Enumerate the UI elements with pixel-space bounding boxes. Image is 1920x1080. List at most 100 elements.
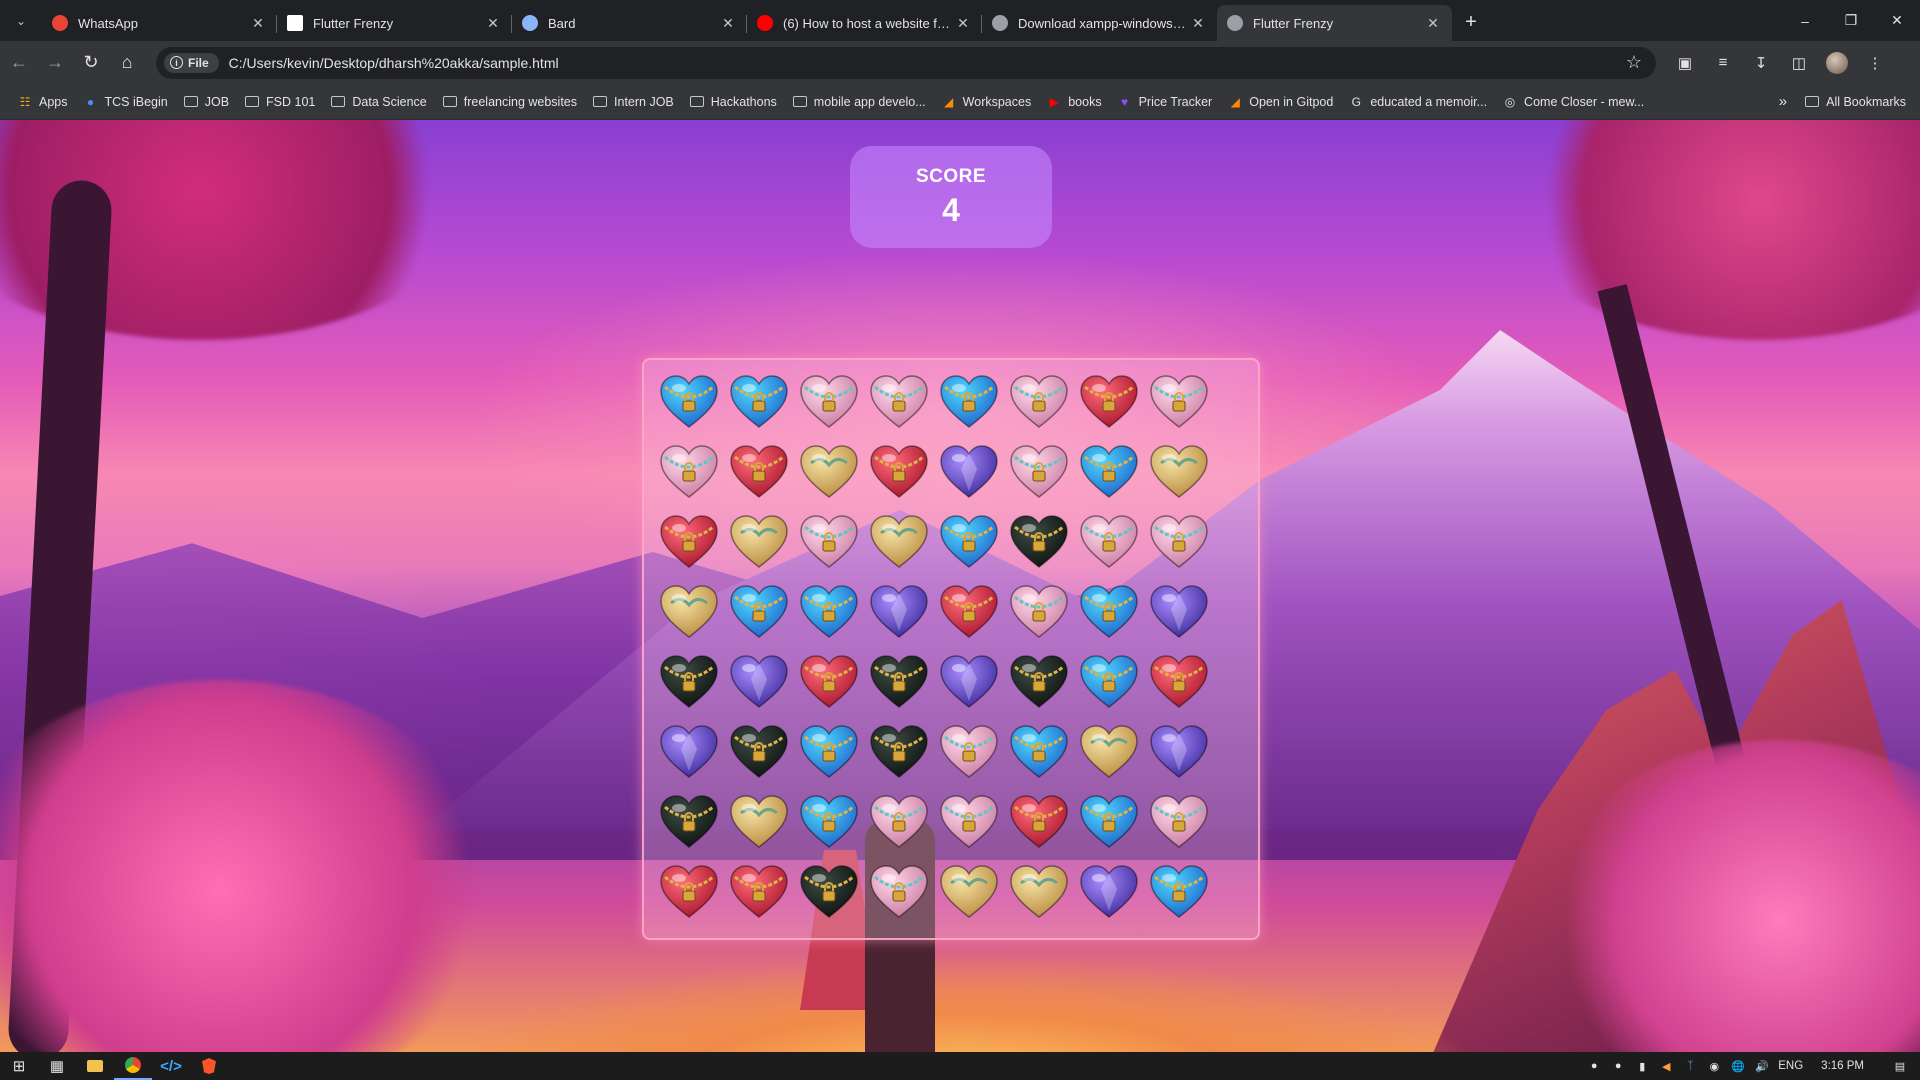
bookmark-item[interactable]: JOB — [176, 88, 237, 116]
black-heart-gold-chains-tile[interactable] — [654, 648, 724, 718]
teal-chained-heart-tile[interactable] — [794, 508, 864, 578]
purple-feathered-heart-tile[interactable] — [934, 438, 1004, 508]
teal-chained-heart-tile[interactable] — [934, 788, 1004, 858]
tray-app-icon[interactable]: ● — [1586, 1058, 1602, 1074]
red-locked-heart-tile[interactable] — [654, 508, 724, 578]
chevron-double-right-icon[interactable]: » — [1769, 93, 1797, 110]
red-locked-heart-tile[interactable] — [864, 438, 934, 508]
site-info-chip[interactable]: i File — [164, 52, 219, 73]
windows-start-icon[interactable]: ⊞ — [0, 1052, 38, 1080]
bookmark-item[interactable]: Geducated a memoir... — [1341, 88, 1495, 116]
purple-feathered-heart-tile[interactable] — [654, 718, 724, 788]
clock[interactable]: 3:16 PM — [1821, 1060, 1864, 1072]
red-locked-heart-tile[interactable] — [1004, 788, 1074, 858]
network-icon[interactable]: ◉ — [1706, 1058, 1722, 1074]
restore-button[interactable]: ❐ — [1828, 0, 1874, 41]
teal-chained-heart-tile[interactable] — [794, 368, 864, 438]
blue-heart-gold-lock-tile[interactable] — [794, 718, 864, 788]
blue-heart-gold-lock-tile[interactable] — [1074, 438, 1144, 508]
red-locked-heart-tile[interactable] — [1144, 648, 1214, 718]
tab-search-button[interactable]: ⌄ — [4, 6, 38, 36]
bookmark-item[interactable]: freelancing websites — [435, 88, 585, 116]
red-locked-heart-tile[interactable] — [794, 648, 864, 718]
blue-heart-gold-lock-tile[interactable] — [654, 368, 724, 438]
gold-floral-heart-tile[interactable] — [654, 578, 724, 648]
bookmark-item[interactable]: FSD 101 — [237, 88, 323, 116]
teal-chained-heart-tile[interactable] — [864, 858, 934, 928]
globe-icon[interactable]: 🌐 — [1730, 1058, 1746, 1074]
blue-heart-gold-lock-tile[interactable] — [1074, 648, 1144, 718]
teal-chained-heart-tile[interactable] — [1144, 788, 1214, 858]
bookmark-star-icon[interactable]: ☆ — [1626, 52, 1642, 73]
red-locked-heart-tile[interactable] — [724, 438, 794, 508]
bookmark-item[interactable]: ◢ Open in Gitpod — [1220, 88, 1341, 116]
blue-heart-gold-lock-tile[interactable] — [1074, 788, 1144, 858]
language-indicator[interactable]: ENG — [1778, 1060, 1803, 1072]
blue-heart-gold-lock-tile[interactable] — [1074, 578, 1144, 648]
browser-tab[interactable]: (6) How to host a website from ✕ — [747, 5, 982, 41]
bookmark-item[interactable]: ◢ Workspaces — [934, 88, 1040, 116]
back-button[interactable]: ← — [2, 46, 36, 80]
browser-tab[interactable]: Bard ✕ — [512, 5, 747, 41]
bookmark-item[interactable]: ☷ Apps — [10, 88, 76, 116]
tab-close-icon[interactable]: ✕ — [249, 14, 267, 32]
teal-chained-heart-tile[interactable] — [864, 368, 934, 438]
minimize-button[interactable]: – — [1782, 0, 1828, 41]
tab-close-icon[interactable]: ✕ — [719, 14, 737, 32]
address-bar[interactable]: i File C:/Users/kevin/Desktop/dharsh%20a… — [156, 46, 1656, 79]
task-view-icon[interactable]: ▦ — [38, 1052, 76, 1080]
tab-close-icon[interactable]: ✕ — [954, 14, 972, 32]
purple-feathered-heart-tile[interactable] — [1144, 578, 1214, 648]
reload-button[interactable]: ↻ — [74, 46, 108, 80]
blue-heart-gold-lock-tile[interactable] — [934, 368, 1004, 438]
purple-feathered-heart-tile[interactable] — [864, 578, 934, 648]
bookmark-item[interactable]: mobile app develo... — [785, 88, 934, 116]
blue-heart-gold-lock-tile[interactable] — [934, 508, 1004, 578]
bookmark-item[interactable]: Hackathons — [682, 88, 785, 116]
gold-floral-heart-tile[interactable] — [864, 508, 934, 578]
brave-icon[interactable] — [190, 1052, 228, 1080]
teal-chained-heart-tile[interactable] — [934, 718, 1004, 788]
teal-chained-heart-tile[interactable] — [864, 788, 934, 858]
gold-floral-heart-tile[interactable] — [794, 438, 864, 508]
bookmark-item[interactable]: ▶ books — [1039, 88, 1109, 116]
blue-heart-gold-lock-tile[interactable] — [794, 578, 864, 648]
extensions-icon[interactable]: ▣ — [1668, 46, 1702, 80]
browser-tab[interactable]: Flutter Frenzy ✕ — [1217, 5, 1452, 41]
bookmark-item[interactable]: ● TCS iBegin — [76, 88, 176, 116]
red-locked-heart-tile[interactable] — [934, 578, 1004, 648]
gold-floral-heart-tile[interactable] — [1074, 718, 1144, 788]
profile-avatar[interactable] — [1826, 51, 1848, 74]
bookmark-item[interactable]: ♥ Price Tracker — [1110, 88, 1221, 116]
bookmark-item[interactable]: ◎ Come Closer - mew... — [1495, 88, 1652, 116]
notification-icon[interactable]: ▤ — [1892, 1058, 1908, 1074]
browser-tab[interactable]: Flutter Frenzy ✕ — [277, 5, 512, 41]
purple-feathered-heart-tile[interactable] — [724, 648, 794, 718]
red-locked-heart-tile[interactable] — [1074, 368, 1144, 438]
gold-floral-heart-tile[interactable] — [1004, 858, 1074, 928]
teal-chained-heart-tile[interactable] — [1004, 578, 1074, 648]
volume-icon[interactable]: 🔊 — [1754, 1058, 1770, 1074]
gold-floral-heart-tile[interactable] — [1144, 438, 1214, 508]
close-window-button[interactable]: ✕ — [1874, 0, 1920, 41]
bluetooth-icon[interactable]: ᛉ — [1682, 1058, 1698, 1074]
file-explorer-icon[interactable] — [76, 1052, 114, 1080]
download-icon[interactable]: ↧ — [1744, 46, 1778, 80]
browser-tab[interactable]: Download xampp-windows-x64 ✕ — [982, 5, 1217, 41]
tray-app-icon[interactable]: ● — [1610, 1058, 1626, 1074]
kebab-menu-icon[interactable]: ⋮ — [1858, 46, 1892, 80]
red-locked-heart-tile[interactable] — [654, 858, 724, 928]
teal-chained-heart-tile[interactable] — [1144, 368, 1214, 438]
teal-chained-heart-tile[interactable] — [1144, 508, 1214, 578]
teal-chained-heart-tile[interactable] — [1004, 368, 1074, 438]
purple-feathered-heart-tile[interactable] — [934, 648, 1004, 718]
black-heart-gold-chains-tile[interactable] — [724, 718, 794, 788]
battery-icon[interactable]: ▮ — [1634, 1058, 1650, 1074]
tab-close-icon[interactable]: ✕ — [1424, 14, 1442, 32]
all-bookmarks-button[interactable]: All Bookmarks — [1797, 88, 1914, 116]
url-text[interactable]: C:/Users/kevin/Desktop/dharsh%20akka/sam… — [229, 55, 559, 71]
black-heart-gold-chains-tile[interactable] — [1004, 508, 1074, 578]
red-locked-heart-tile[interactable] — [724, 858, 794, 928]
side-panel-icon[interactable]: ◫ — [1782, 46, 1816, 80]
blue-heart-gold-lock-tile[interactable] — [1144, 858, 1214, 928]
